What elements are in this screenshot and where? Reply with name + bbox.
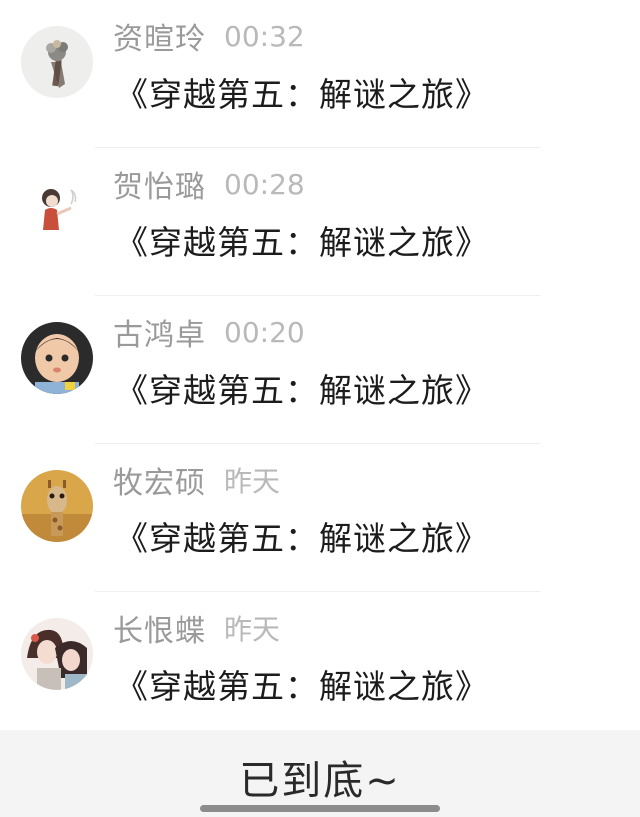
flower-bouquet-avatar-icon	[21, 26, 93, 98]
comment-list: 资暄玲 00:32 《穿越第五：解谜之旅》 贺怡璐 00:28 《穿越第五：解谜…	[0, 0, 640, 740]
comment-text: 《穿越第五：解谜之旅》	[115, 519, 489, 558]
avatar[interactable]	[21, 618, 93, 690]
comment-text: 《穿越第五：解谜之旅》	[115, 223, 489, 262]
comment-time: 昨天	[224, 613, 281, 646]
comment-item[interactable]: 贺怡璐 00:28 《穿越第五：解谜之旅》	[0, 148, 640, 296]
user-name[interactable]: 长恨蝶	[113, 606, 206, 650]
comment-item[interactable]: 古鸿卓 00:20 《穿越第五：解谜之旅》	[0, 296, 640, 444]
comment-item[interactable]: 资暄玲 00:32 《穿越第五：解谜之旅》	[0, 0, 640, 148]
avatar[interactable]	[21, 470, 93, 542]
girl-illustration-avatar-icon	[21, 174, 93, 246]
comment-time: 00:32	[224, 19, 305, 53]
baby-photo-avatar-icon	[21, 322, 93, 394]
comment-meta: 贺怡璐 00:28	[113, 162, 305, 206]
avatar[interactable]	[21, 26, 93, 98]
avatar[interactable]	[21, 174, 93, 246]
comment-text: 《穿越第五：解谜之旅》	[115, 667, 489, 706]
comment-text: 《穿越第五：解谜之旅》	[115, 75, 489, 114]
comment-text: 《穿越第五：解谜之旅》	[115, 371, 489, 410]
comment-time: 00:20	[224, 315, 305, 349]
end-of-list-label: 已到底~	[239, 758, 401, 804]
comment-time: 00:28	[224, 167, 305, 201]
home-indicator[interactable]	[200, 805, 440, 812]
comment-meta: 古鸿卓 00:20	[113, 310, 305, 354]
comment-meta: 长恨蝶 昨天	[113, 606, 281, 650]
avatar[interactable]	[21, 322, 93, 394]
user-name[interactable]: 贺怡璐	[113, 162, 206, 206]
list-end-footer: 已到底~	[0, 730, 640, 817]
user-name[interactable]: 资暄玲	[113, 14, 206, 58]
comment-meta: 资暄玲 00:32	[113, 14, 305, 58]
user-name[interactable]: 牧宏硕	[113, 458, 206, 502]
anime-couple-avatar-icon	[21, 618, 93, 690]
giraffe-avatar-icon	[21, 470, 93, 542]
comment-meta: 牧宏硕 昨天	[113, 458, 281, 502]
comment-item[interactable]: 长恨蝶 昨天 《穿越第五：解谜之旅》	[0, 592, 640, 740]
comment-time: 昨天	[224, 465, 281, 498]
user-name[interactable]: 古鸿卓	[113, 310, 206, 354]
comment-item[interactable]: 牧宏硕 昨天 《穿越第五：解谜之旅》	[0, 444, 640, 592]
